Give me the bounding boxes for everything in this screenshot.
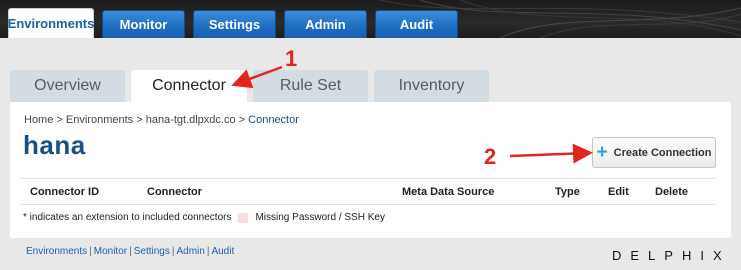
arrow-to-connector-tab [231,65,283,89]
arrow-to-create-button [509,143,593,164]
annotation-arrows [231,65,593,164]
